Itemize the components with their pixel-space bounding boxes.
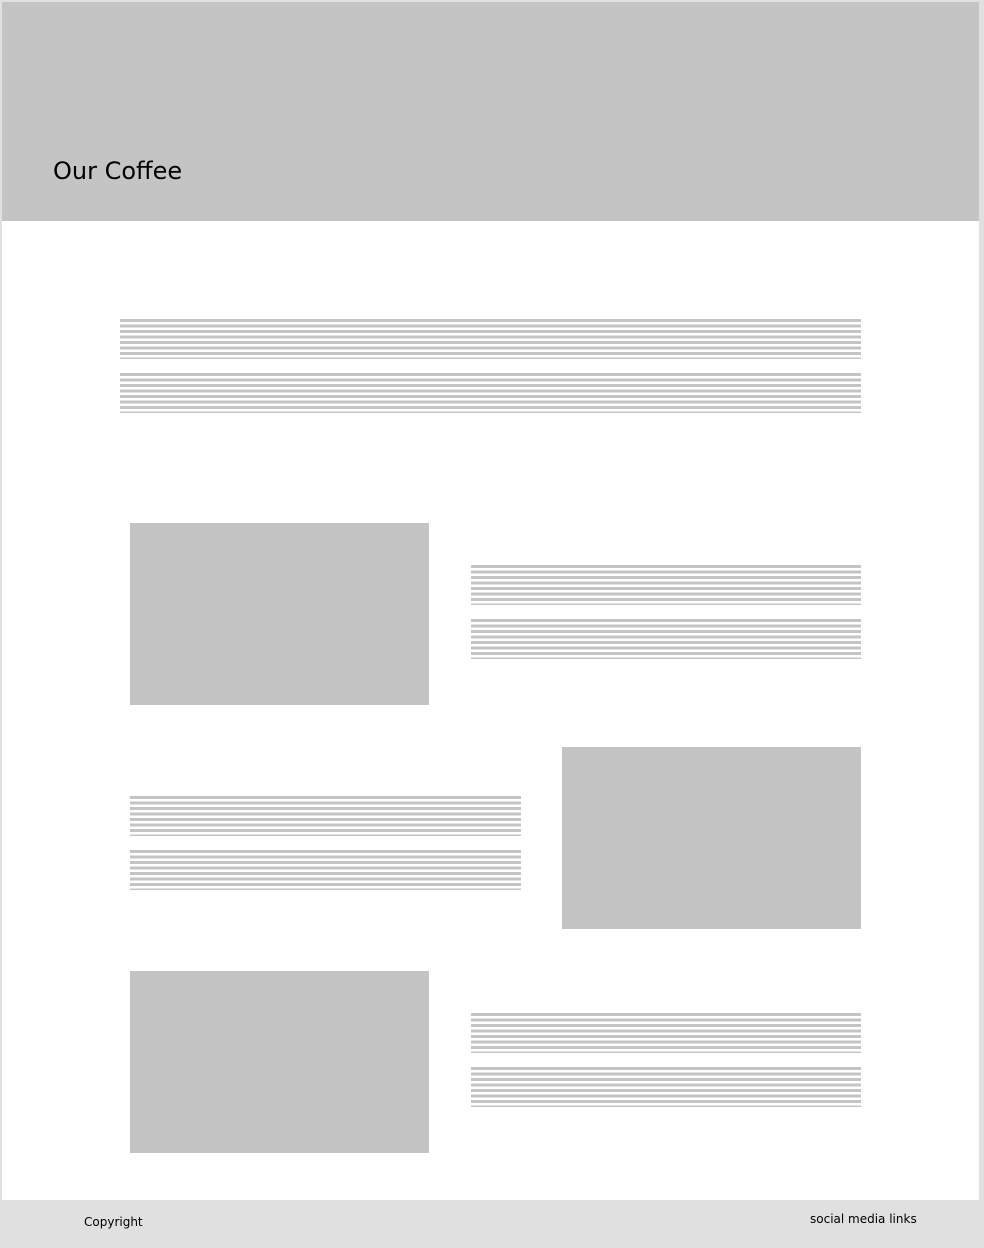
feature-text [471,1013,861,1107]
feature-text [130,796,521,890]
feature-text [471,565,861,659]
image-placeholder [130,523,429,705]
social-media-links[interactable]: social media links [810,1212,917,1226]
text-placeholder-paragraph [130,850,521,890]
text-placeholder-paragraph [120,319,861,359]
hero-banner: Our Coffee [2,2,979,221]
footer: Copyright social media links [0,1200,980,1248]
page-title: Our Coffee [53,157,183,185]
text-placeholder-paragraph [120,373,861,413]
text-placeholder-paragraph [471,1067,861,1107]
text-placeholder-paragraph [471,619,861,659]
image-placeholder [562,747,861,929]
page-canvas: Our Coffee [2,2,979,1246]
intro-text [120,319,861,413]
text-placeholder-paragraph [471,1013,861,1053]
text-placeholder-paragraph [471,565,861,605]
image-placeholder [130,971,429,1153]
copyright-text: Copyright [84,1215,143,1229]
text-placeholder-paragraph [130,796,521,836]
